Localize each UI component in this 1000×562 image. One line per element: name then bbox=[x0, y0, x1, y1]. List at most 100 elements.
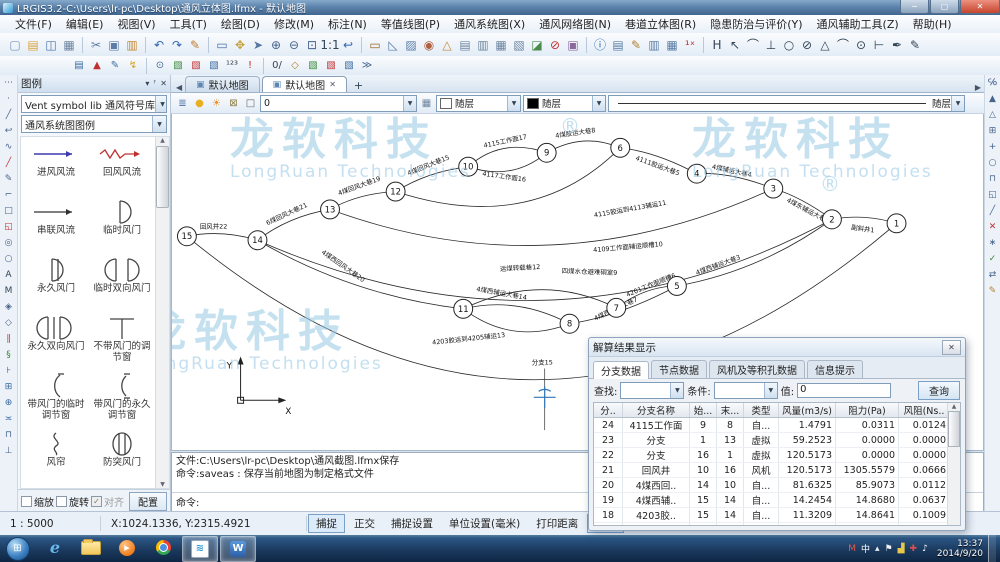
ellipse-icon[interactable]: ○ bbox=[5, 251, 13, 267]
legend-item-9[interactable]: 带风门的临时调节窗 bbox=[23, 373, 89, 431]
prev-view-icon[interactable]: ↩ bbox=[339, 36, 357, 53]
menu-item-8[interactable]: 等值线图(P) bbox=[374, 16, 447, 32]
legend-item-10[interactable]: 带风门的永久调节窗 bbox=[89, 373, 155, 431]
dot-circle-icon[interactable]: ⊙ bbox=[852, 36, 870, 53]
hatch-icon[interactable]: ◈ bbox=[5, 299, 12, 315]
corner-icon[interactable]: ⌐ bbox=[5, 187, 13, 203]
menu-item-6[interactable]: 修改(M) bbox=[267, 16, 321, 32]
diagram-node-11[interactable]: 11 bbox=[454, 299, 473, 318]
diagram-node-3[interactable]: 3 bbox=[764, 179, 783, 198]
new-file-icon[interactable]: ▢ bbox=[6, 36, 24, 53]
perp-icon[interactable]: ⊥ bbox=[762, 36, 780, 53]
tab-scroll-left-icon[interactable]: ◀ bbox=[173, 83, 185, 92]
parallel-icon[interactable]: ∥ bbox=[6, 331, 11, 347]
distribute-icon[interactable]: ⊥ bbox=[5, 443, 13, 459]
close-button[interactable]: ✕ bbox=[960, 0, 1000, 14]
dialog-tab-4[interactable]: 信息提示 bbox=[807, 360, 863, 378]
hollow-tri-icon[interactable]: △ bbox=[989, 107, 996, 123]
undo-icon[interactable]: ↶ bbox=[150, 36, 168, 53]
start-button[interactable]: ⊞ bbox=[4, 536, 31, 561]
pick-region-icon[interactable]: ▧ bbox=[340, 58, 358, 73]
status-toggle-5[interactable]: 打印距离 bbox=[529, 515, 585, 532]
chevron-down-icon[interactable]: ▼ bbox=[592, 96, 605, 111]
legend-item-3[interactable]: 串联风流 bbox=[23, 199, 89, 257]
layers-icon[interactable]: ≣ bbox=[175, 95, 190, 112]
ie-taskbar-button[interactable]: e bbox=[38, 536, 72, 560]
minimize-button[interactable]: ─ bbox=[900, 0, 929, 14]
bridge2-icon[interactable]: ⊓ bbox=[989, 171, 996, 187]
angle-icon[interactable]: ↖ bbox=[726, 36, 744, 53]
chevron-down-icon[interactable]: ▼ bbox=[764, 383, 777, 398]
copy-icon[interactable]: ▣ bbox=[105, 36, 123, 53]
query-button[interactable]: 查询 bbox=[918, 381, 960, 400]
red-corner-icon[interactable]: ◱ bbox=[4, 219, 13, 235]
table-row-8[interactable]: 174煤西辅..1115自...25.56633.88620.005299.35… bbox=[594, 523, 961, 527]
person-icon[interactable]: ◉ bbox=[420, 36, 438, 53]
menu-item-2[interactable]: 编辑(E) bbox=[59, 16, 111, 32]
volume-icon[interactable]: ♪ bbox=[922, 544, 928, 554]
select-remove-icon[interactable]: ▧ bbox=[187, 58, 205, 73]
color-select[interactable]: 随层 ▼ bbox=[436, 95, 521, 112]
menu-item-4[interactable]: 工具(T) bbox=[163, 16, 214, 32]
branch-edge-7[interactable] bbox=[468, 153, 547, 172]
rotate-icon[interactable]: ○ bbox=[989, 155, 997, 171]
action-center-flag-icon[interactable]: ⚑ bbox=[885, 544, 893, 554]
diagram-node-1[interactable]: 1 bbox=[887, 214, 906, 233]
current-layer-select[interactable]: 0 ▼ bbox=[260, 95, 417, 112]
column-header-5[interactable]: 类型 bbox=[744, 403, 779, 418]
document-tab-2[interactable]: ▣默认地图✕ bbox=[262, 76, 347, 92]
polyline-icon[interactable]: ↩ bbox=[5, 123, 13, 139]
circle-icon[interactable]: ○ bbox=[780, 36, 798, 53]
percent-icon[interactable]: ℅ bbox=[988, 75, 997, 91]
select-icon[interactable]: ➤ bbox=[249, 36, 267, 53]
symbol-library-select[interactable]: Vent symbol lib 通风符号库 ▼ bbox=[21, 95, 167, 113]
printer-icon[interactable]: ▦ bbox=[419, 95, 434, 112]
delta-icon[interactable]: △ bbox=[816, 36, 834, 53]
word-taskbar-button[interactable]: W bbox=[220, 536, 256, 562]
diamond-icon[interactable]: ◇ bbox=[5, 315, 12, 331]
save-icon[interactable]: ◫ bbox=[42, 36, 60, 53]
layer3-icon[interactable]: ▦ bbox=[492, 36, 510, 53]
solid-tri-icon[interactable]: ▲ bbox=[989, 91, 996, 107]
draw-line-icon[interactable]: ✎ bbox=[106, 58, 124, 73]
spline-icon[interactable]: § bbox=[6, 347, 11, 363]
forbid-icon[interactable]: ⊘ bbox=[546, 36, 564, 53]
print-icon[interactable]: ▦ bbox=[60, 36, 78, 53]
taskbar-clock[interactable]: 13:37 2014/9/20 bbox=[937, 539, 983, 559]
branch-edge-20[interactable] bbox=[677, 219, 832, 286]
menu-item-1[interactable]: 文件(F) bbox=[8, 16, 59, 32]
doc-icon[interactable]: ▣ bbox=[564, 36, 582, 53]
edit-attr-icon[interactable]: ◪ bbox=[528, 36, 546, 53]
span-dim-icon[interactable]: ⊢ bbox=[870, 36, 888, 53]
diagram-node-4[interactable]: 4 bbox=[687, 164, 706, 183]
show-desktop-button[interactable] bbox=[988, 535, 996, 562]
chevron-down-icon[interactable]: ▼ bbox=[155, 96, 167, 112]
align-grid-icon[interactable]: ⊞ bbox=[5, 379, 13, 395]
zoom-window-icon[interactable]: ⊡ bbox=[303, 36, 321, 53]
sketch-icon[interactable]: ✎ bbox=[5, 171, 13, 187]
layer4-icon[interactable]: ▧ bbox=[510, 36, 528, 53]
power-icon[interactable]: ¹ˣ bbox=[681, 36, 699, 53]
menu-item-5[interactable]: 绘图(D) bbox=[214, 16, 267, 32]
value-input[interactable]: 0 bbox=[797, 383, 891, 398]
column-header-8[interactable]: 风阻(Ns.. bbox=[899, 403, 950, 418]
menu-item-14[interactable]: 帮助(H) bbox=[906, 16, 959, 32]
pan-icon[interactable]: ✥ bbox=[231, 36, 249, 53]
report-icon[interactable]: ▤ bbox=[70, 58, 88, 73]
tray-m-icon[interactable]: M bbox=[848, 544, 856, 554]
curve-icon[interactable]: ∿ bbox=[5, 139, 13, 155]
diagram-node-5[interactable]: 5 bbox=[667, 277, 686, 296]
open-file-icon[interactable]: ▤ bbox=[24, 36, 42, 53]
menu-item-10[interactable]: 通风网络图(N) bbox=[532, 16, 618, 32]
maximize-button[interactable]: ▢ bbox=[930, 0, 959, 14]
status-toggle-4[interactable]: 单位设置(毫米) bbox=[442, 515, 527, 532]
corner2-icon[interactable]: ◱ bbox=[988, 187, 997, 203]
rect-icon[interactable]: □ bbox=[4, 203, 13, 219]
status-toggle-2[interactable]: 正交 bbox=[347, 515, 382, 532]
sun-icon[interactable]: ☀ bbox=[209, 95, 224, 112]
line-style-select[interactable]: 随层 ▼ bbox=[608, 95, 965, 112]
column-header-1[interactable]: 分.. bbox=[594, 403, 623, 418]
table-row-3[interactable]: 22分支161虚拟120.51730.00000.00000.0000 bbox=[594, 448, 961, 463]
menu-item-3[interactable]: 视图(V) bbox=[110, 16, 162, 32]
lock-icon[interactable]: ⊠ bbox=[226, 95, 241, 112]
